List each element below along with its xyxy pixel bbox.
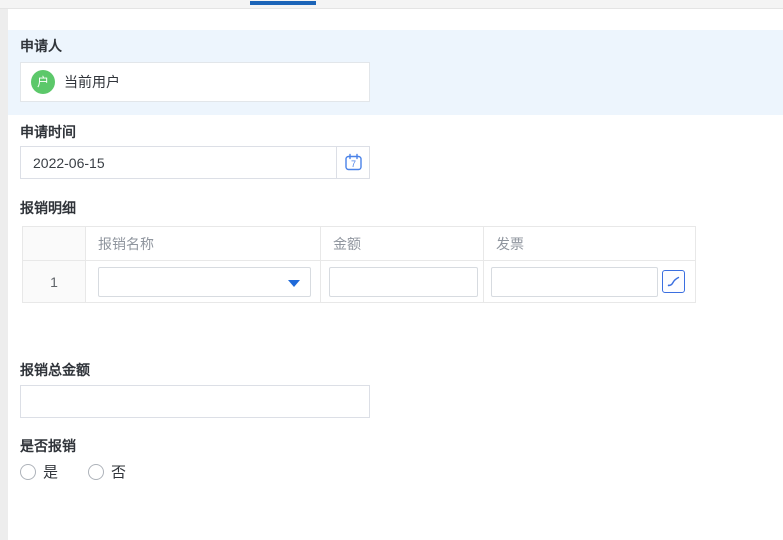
calendar-icon: 7 bbox=[343, 152, 364, 173]
invoice-trend-icon bbox=[665, 273, 682, 290]
radio-option-yes-label: 是 bbox=[43, 461, 58, 482]
invoice-select-button[interactable] bbox=[662, 270, 685, 293]
apply-time-field: 7 bbox=[20, 146, 370, 179]
page-left-gutter bbox=[0, 9, 8, 540]
invoice-input[interactable] bbox=[491, 267, 658, 297]
applicant-user-field[interactable]: 户 当前用户 bbox=[20, 62, 370, 102]
applicant-user-name: 当前用户 bbox=[64, 72, 120, 92]
reimburse-radio-group: 是 否 bbox=[20, 461, 126, 482]
detail-table: 报销名称 金额 发票 1 bbox=[22, 226, 696, 303]
applicant-label: 申请人 bbox=[20, 37, 62, 55]
radio-option-yes[interactable]: 是 bbox=[20, 461, 58, 482]
header-name: 报销名称 bbox=[86, 227, 321, 261]
header-invoice: 发票 bbox=[484, 227, 696, 261]
total-amount-input[interactable] bbox=[20, 385, 370, 418]
top-tab-bar bbox=[0, 0, 783, 9]
radio-circle-icon bbox=[20, 464, 36, 480]
header-index bbox=[23, 227, 86, 261]
radio-option-no-label: 否 bbox=[111, 461, 126, 482]
apply-time-label: 申请时间 bbox=[20, 123, 76, 141]
chevron-down-icon bbox=[288, 280, 300, 287]
reimburse-label: 是否报销 bbox=[20, 437, 76, 455]
radio-circle-icon bbox=[88, 464, 104, 480]
row-index-cell: 1 bbox=[23, 261, 86, 303]
amount-input[interactable] bbox=[329, 267, 478, 297]
row-amount-cell bbox=[321, 261, 484, 303]
active-tab-indicator[interactable] bbox=[250, 1, 316, 5]
header-amount: 金额 bbox=[321, 227, 484, 261]
user-avatar-icon: 户 bbox=[31, 70, 55, 94]
date-picker-button[interactable]: 7 bbox=[337, 147, 369, 178]
total-amount-label: 报销总金额 bbox=[20, 361, 90, 379]
calendar-day-number: 7 bbox=[350, 159, 355, 169]
apply-time-input[interactable] bbox=[21, 147, 337, 178]
detail-header-row: 报销名称 金额 发票 bbox=[23, 227, 696, 261]
row-name-cell bbox=[86, 261, 321, 303]
detail-label: 报销明细 bbox=[20, 199, 76, 217]
detail-row: 1 bbox=[23, 261, 696, 303]
row-invoice-cell bbox=[484, 261, 696, 303]
name-select[interactable] bbox=[98, 267, 311, 297]
form-page: 申请人 户 当前用户 申请时间 7 报销明细 报销名称 金额 发票 1 bbox=[0, 0, 783, 540]
radio-option-no[interactable]: 否 bbox=[88, 461, 126, 482]
